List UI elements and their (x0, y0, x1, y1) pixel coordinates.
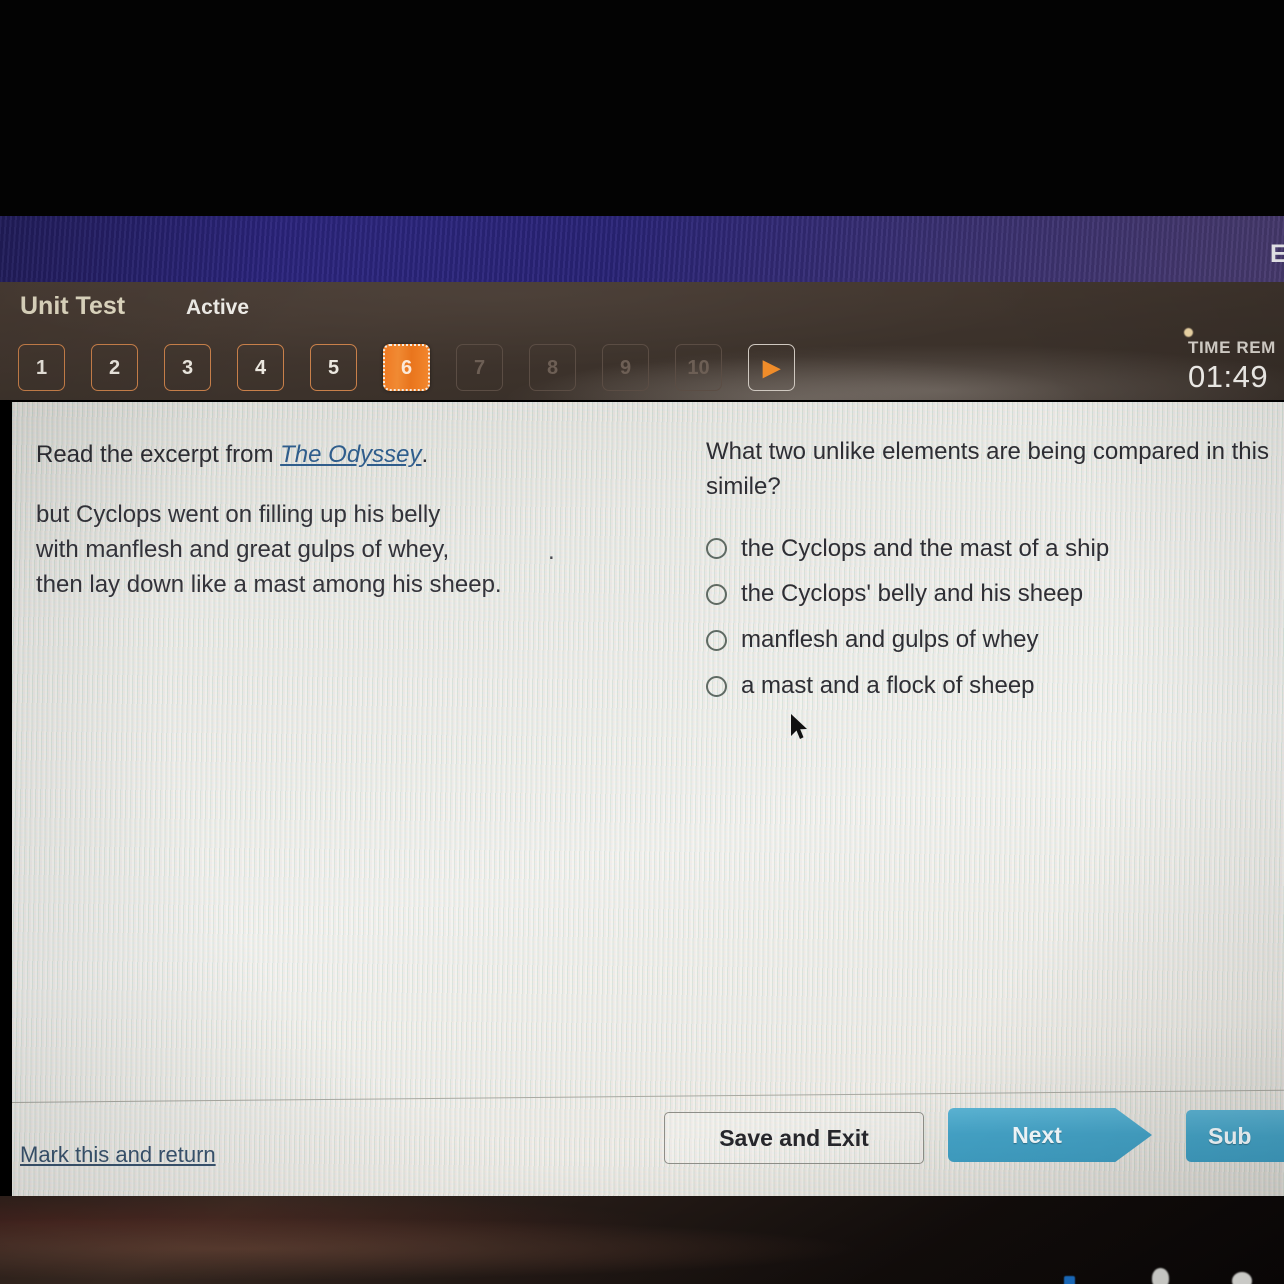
question-content-panel: Read the excerpt from The Odyssey. but C… (12, 402, 1284, 1196)
mouse-cursor-icon (791, 714, 807, 739)
monitor-bezel-top (0, 0, 1284, 216)
excerpt-instruction-prefix: Read the excerpt from (36, 441, 281, 468)
footer-divider (12, 1089, 1284, 1104)
answer-option-2-label: the Cyclops' belly and his sheep (741, 580, 1084, 608)
answer-option-3[interactable]: manflesh and gulps of whey (706, 626, 1284, 655)
question-nav-button-5[interactable]: 5 (310, 344, 357, 391)
timer-indicator-dot (1184, 328, 1193, 337)
question-nav-button-1[interactable]: 1 (18, 344, 65, 391)
next-question-arrow-icon[interactable]: ▶ (748, 344, 795, 391)
question-nav-button-4[interactable]: 4 (237, 344, 284, 391)
answer-option-2[interactable]: the Cyclops' belly and his sheep (706, 580, 1284, 609)
excerpt-instruction-suffix: . (421, 441, 429, 468)
submit-button[interactable]: Sub (1186, 1110, 1284, 1162)
question-nav-button-8: 8 (529, 344, 576, 391)
photographed-screen: E Unit Test Active 1 2 3 4 5 6 7 8 9 10 … (0, 0, 1284, 1284)
desk-object-blue (1064, 1276, 1075, 1284)
answer-options[interactable]: the Cyclops and the mast of a ship the C… (706, 535, 1284, 701)
monitor-bezel-bottom (0, 1196, 1284, 1284)
excerpt-line-1: but Cyclops went on filling up his belly (36, 501, 441, 528)
desk-object-white-b (1232, 1272, 1252, 1284)
save-and-exit-button[interactable]: Save and Exit (664, 1112, 924, 1164)
answer-option-1[interactable]: the Cyclops and the mast of a ship (706, 535, 1284, 564)
excerpt-block: Read the excerpt from The Odyssey. but C… (36, 440, 626, 602)
answer-option-4[interactable]: a mast and a flock of sheep (706, 672, 1284, 701)
mark-this-and-return-link[interactable]: Mark this and return (20, 1142, 216, 1168)
radio-button-icon[interactable] (706, 584, 727, 606)
desk-object-white-a (1152, 1268, 1169, 1284)
brand-header-bar (0, 216, 1284, 282)
page-title: Unit Test (20, 292, 126, 320)
odyssey-link[interactable]: The Odyssey (280, 441, 421, 468)
answer-option-4-label: a mast and a flock of sheep (741, 671, 1035, 699)
brand-title: E (1270, 240, 1284, 268)
radio-button-icon[interactable] (706, 538, 727, 560)
excerpt-line-3: then lay down like a mast among his shee… (36, 570, 502, 598)
question-nav-button-7: 7 (456, 344, 503, 391)
question-nav-button-3[interactable]: 3 (164, 344, 211, 391)
question-block: What two unlike elements are being compa… (706, 435, 1284, 701)
question-nav-button-6-active[interactable]: 6 (383, 344, 430, 391)
question-nav-button-9: 9 (602, 344, 649, 391)
answer-option-1-label: the Cyclops and the mast of a ship (741, 534, 1110, 562)
question-nav-button-2[interactable]: 2 (91, 344, 138, 391)
answer-option-3-label: manflesh and gulps of whey (741, 626, 1039, 654)
next-button[interactable]: Next (948, 1108, 1152, 1162)
time-remaining-value: 01:49 (1188, 359, 1269, 394)
radio-button-icon[interactable] (706, 675, 727, 697)
excerpt-trailing-mark: . (548, 538, 555, 565)
excerpt-instruction: Read the excerpt from The Odyssey. (36, 440, 626, 470)
status-badge: Active (186, 296, 250, 319)
excerpt-line-2: with manflesh and great gulps of whey, (36, 535, 450, 563)
question-nav-button-10: 10 (675, 344, 722, 391)
question-navigation[interactable]: 1 2 3 4 5 6 7 8 9 10 ▶ (18, 344, 795, 391)
question-prompt: What two unlike elements are being compa… (706, 438, 1269, 500)
time-remaining-label: TIME REM (1188, 338, 1276, 357)
radio-button-icon[interactable] (706, 630, 727, 652)
time-remaining: TIME REM 01:49 (1188, 338, 1284, 395)
